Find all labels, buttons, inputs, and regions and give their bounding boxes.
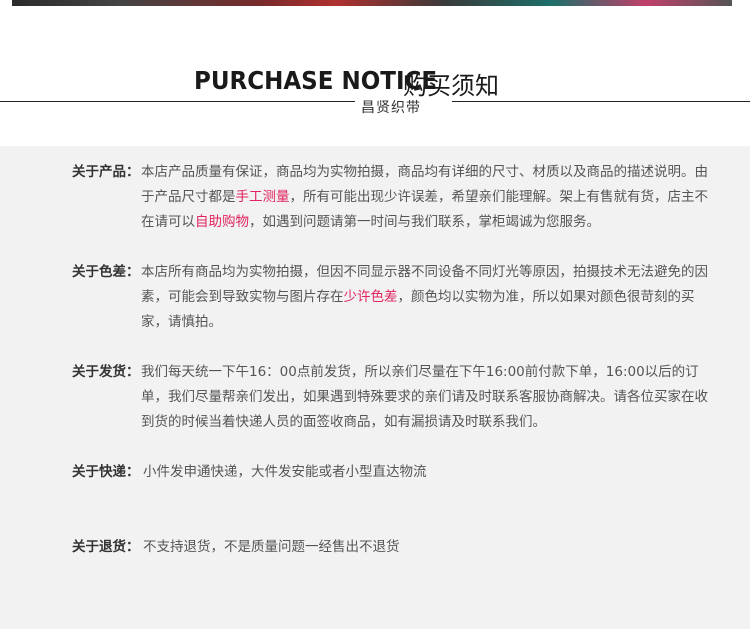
section-product-label: 关于产品： [72, 164, 140, 180]
title-english: PURCHASE NOTICE [194, 66, 438, 95]
product-highlight-selfservice: 自助购物 [195, 214, 249, 230]
section-product-text: 本店产品质量有保证，商品均为实物拍摄，商品均有详细的尺寸、材质以及商品的描述说明… [141, 160, 711, 235]
section-courier-label: 关于快递： [72, 464, 140, 480]
product-highlight-handmeasure: 手工测量 [235, 189, 290, 205]
section-shipping-label: 关于发货： [72, 364, 140, 380]
section-returns-label: 关于退货： [72, 539, 140, 555]
product-photo-strip [12, 0, 732, 6]
section-color-label: 关于色差： [72, 264, 140, 280]
title-chinese: 购买须知 [403, 72, 499, 100]
notice-header: PURCHASE NOTICE 购买须知 昌贤织带 [0, 60, 750, 120]
header-rule-left [0, 101, 355, 102]
section-shipping-text: 我们每天统一下午16：00点前发货，所以亲们尽量在下午16:00前付款下单，16… [141, 364, 708, 430]
color-highlight: 少许色差 [343, 289, 398, 305]
product-text-part3: ，如遇到问题请第一时间与我们联系，掌柜竭诚为您服务。 [249, 214, 600, 230]
shop-name-subtitle: 昌贤织带 [361, 100, 421, 116]
notice-panel: 关于产品： 本店产品质量有保证，商品均为实物拍摄，商品均有详细的尺寸、材质以及商… [0, 146, 750, 629]
section-courier-text: 小件发申通快递，大件发安能或者小型直达物流 [143, 464, 427, 480]
section-returns-text: 不支持退货，不是质量问题一经售出不退货 [143, 539, 400, 555]
header-rule-right [452, 101, 750, 102]
section-color-text: 本店所有商品均为实物拍摄，但因不同显示器不同设备不同灯光等原因，拍摄技术无法避免… [141, 260, 711, 335]
